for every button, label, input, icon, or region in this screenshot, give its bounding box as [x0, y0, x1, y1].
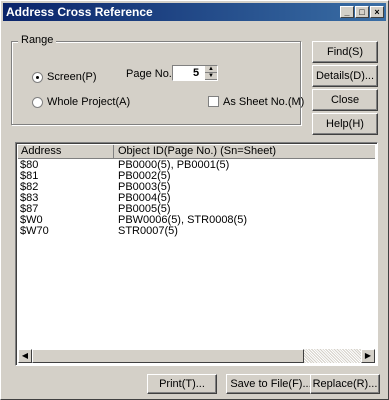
close-button[interactable]: Close: [312, 89, 378, 111]
range-group: Range: [11, 34, 301, 125]
spin-up-icon[interactable]: ▲: [205, 66, 217, 73]
horizontal-scrollbar[interactable]: ◀ ▶: [18, 349, 375, 363]
screen-radio[interactable]: [32, 72, 43, 83]
address-cross-reference-window: Address Cross Reference _ □ × Range Scre…: [0, 0, 389, 400]
find-button[interactable]: Find(S): [312, 41, 378, 63]
list-header: Address Object ID(Page No.) (Sn=Sheet): [18, 145, 375, 159]
minimize-icon[interactable]: _: [340, 6, 354, 18]
close-icon[interactable]: ×: [370, 6, 384, 18]
object-id-cell: STR0007(5): [118, 225, 178, 237]
page-no-label: Page No.: [126, 68, 172, 80]
print-button[interactable]: Print(T)...: [147, 374, 217, 394]
title-bar[interactable]: Address Cross Reference _ □ ×: [3, 3, 386, 21]
whole-project-radio-label[interactable]: Whole Project(A): [47, 96, 130, 108]
save-to-file-button[interactable]: Save to File(F)...: [226, 374, 316, 394]
help-button[interactable]: Help(H): [312, 113, 378, 135]
screen-radio-label[interactable]: Screen(P): [47, 71, 97, 83]
as-sheet-label[interactable]: As Sheet No.(M): [223, 96, 304, 108]
range-group-label: Range: [18, 34, 57, 46]
cross-reference-list[interactable]: Address Object ID(Page No.) (Sn=Sheet) $…: [15, 142, 378, 366]
address-cell: $W70: [20, 225, 49, 237]
as-sheet-checkbox[interactable]: [208, 96, 219, 107]
column-header-object-id[interactable]: Object ID(Page No.) (Sn=Sheet): [118, 145, 276, 158]
details-button[interactable]: Details(D)...: [312, 65, 378, 87]
whole-project-radio[interactable]: [32, 97, 43, 108]
scroll-thumb[interactable]: [32, 349, 304, 363]
spin-down-icon[interactable]: ▼: [205, 73, 217, 80]
replace-button[interactable]: Replace(R)...: [310, 374, 380, 394]
window-title: Address Cross Reference: [6, 5, 153, 19]
maximize-icon[interactable]: □: [355, 6, 369, 18]
scroll-right-icon[interactable]: ▶: [361, 349, 375, 363]
page-no-value: 5: [193, 67, 200, 79]
scroll-left-icon[interactable]: ◀: [18, 349, 32, 363]
column-header-address[interactable]: Address: [21, 145, 114, 158]
page-no-spinner[interactable]: 5 ▲ ▼: [172, 65, 218, 81]
